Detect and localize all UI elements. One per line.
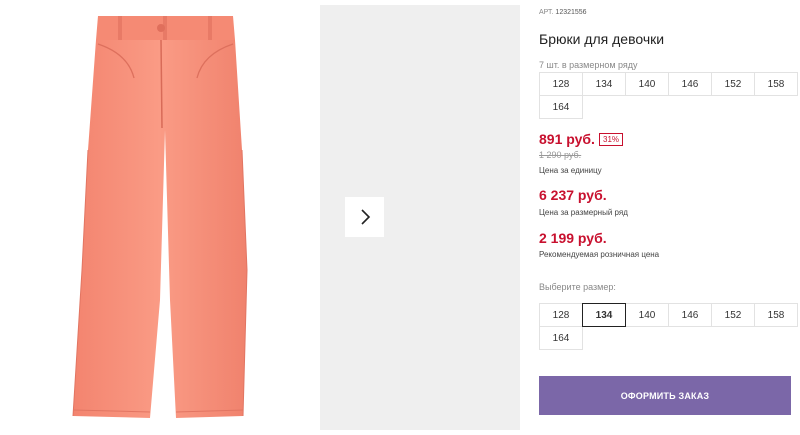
old-price: 1 290 руб.: [539, 150, 582, 160]
product-title: Брюки для девочки: [539, 31, 665, 47]
size-row-grid: 128 134 140 146 152 158 164: [539, 72, 798, 119]
sku-value: 12321556: [555, 9, 587, 16]
size-row-cell: 146: [668, 72, 712, 96]
size-option[interactable]: 152: [711, 303, 755, 327]
unit-price: 891 руб.: [539, 131, 595, 147]
size-row-cell: 140: [625, 72, 669, 96]
row-price: 6 237 руб.: [539, 187, 607, 203]
size-option[interactable]: 140: [625, 303, 669, 327]
order-button[interactable]: ОФОРМИТЬ ЗАКАЗ: [539, 376, 791, 415]
size-row-cell: 134: [582, 72, 626, 96]
size-row-cell: 164: [539, 95, 583, 119]
size-row-cell: 128: [539, 72, 583, 96]
sku: АРТ. 12321556: [539, 9, 587, 16]
next-image-button[interactable]: [345, 197, 384, 237]
sku-label: АРТ.: [539, 9, 554, 16]
size-selector: 128 134 140 146 152 158 164: [539, 303, 798, 350]
choose-size-label: Выберите размер:: [539, 282, 616, 292]
size-row-note: 7 шт. в размерном ряду: [539, 60, 638, 70]
product-photo: [0, 0, 320, 430]
retail-price: 2 199 руб.: [539, 230, 607, 246]
size-option[interactable]: 164: [539, 326, 583, 350]
size-row-cell: 158: [754, 72, 798, 96]
size-option[interactable]: 128: [539, 303, 583, 327]
size-option[interactable]: 158: [754, 303, 798, 327]
discount-badge: 31%: [599, 133, 624, 146]
chevron-right-icon: [360, 209, 370, 225]
size-row-cell: 152: [711, 72, 755, 96]
size-option-selected[interactable]: 134: [582, 303, 626, 327]
size-option[interactable]: 146: [668, 303, 712, 327]
unit-price-caption: Цена за единицу: [539, 166, 602, 175]
retail-price-caption: Рекомендуемая розничная цена: [539, 250, 660, 259]
pants-image: [72, 16, 248, 418]
row-price-caption: Цена за размерный ряд: [539, 208, 628, 217]
